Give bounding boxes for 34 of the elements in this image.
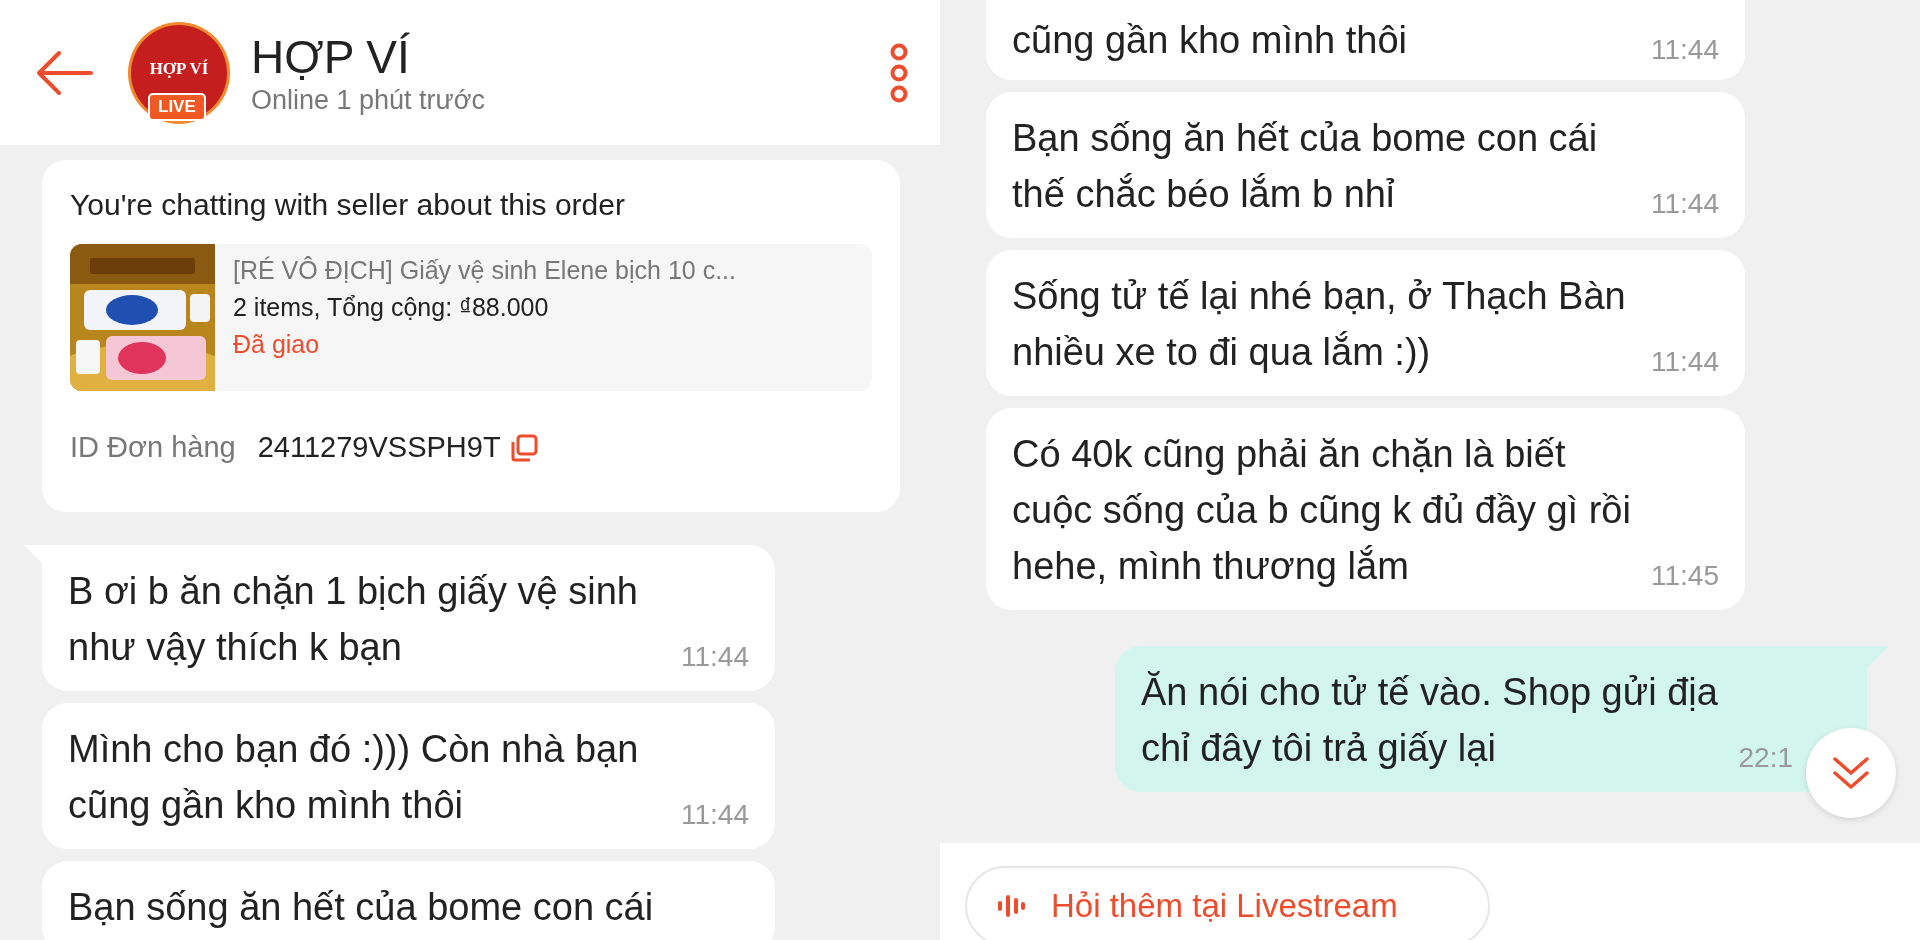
message-time: 11:44 xyxy=(681,641,749,673)
message-text: Mình cho bạn đó :))) Còn nhà bạn cũng gần kho mình thôi xyxy=(68,727,639,828)
order-id: 2411279VSSPH9T xyxy=(257,431,501,464)
message-text: B ơi b ăn chặn 1 bịch giấy vệ sinh như vậy thích k bạn xyxy=(68,569,638,670)
order-card[interactable]: You're chatting with seller about this order [RÉ VÔ ĐỊCH] Giấy vệ sinh Elene bịch 10 c... 2 items, Tổng cộng: ₫88.000 Đã giao ID Đơn hàng 2411279VSSPH9T xyxy=(42,160,900,512)
livestream-button[interactable]: Hỏi thêm tại Livestream xyxy=(965,866,1490,940)
scroll-down-button[interactable] xyxy=(1806,728,1896,818)
message-time: 11:44 xyxy=(1651,346,1719,378)
message-time: 11:44 xyxy=(1651,188,1719,220)
avatar-text: HỢP VÍ xyxy=(149,58,209,79)
message-time: 22:1 xyxy=(1738,742,1793,774)
message-time: 11:44 xyxy=(681,799,749,831)
shop-avatar[interactable]: HỢP VÍ LIVE xyxy=(131,24,227,121)
message-text: Sống tử tế lại nhé bạn, ở Thạch Bàn nhiều xe to đi qua lắm :)) xyxy=(1012,274,1626,375)
message-text: Ăn nói cho tử tế vào. Shop gửi địa chỉ đây tôi trả giấy lại xyxy=(1141,670,1718,771)
product-title: [RÉ VÔ ĐỊCH] Giấy vệ sinh Elene bịch 10 c... xyxy=(233,256,736,285)
message-time: 11:45 xyxy=(1651,560,1719,592)
chat-title: HỢP VÍ xyxy=(251,30,411,85)
order-id-label: ID Đơn hàng xyxy=(70,431,236,464)
double-chevron-down-icon xyxy=(1831,755,1871,791)
message-text: Bạn sống ăn hết của bome con cái xyxy=(68,885,654,930)
message-text: Bạn sống ăn hết của bome con cái thế chắc béo lắm b nhỉ xyxy=(1012,116,1598,217)
message-time: 11:44 xyxy=(1651,34,1719,66)
sound-bars-icon xyxy=(997,895,1025,917)
live-badge: LIVE xyxy=(148,92,206,121)
card-heading: You're chatting with seller about this order xyxy=(70,188,626,222)
online-status: Online 1 phút trước xyxy=(251,85,486,116)
message-text: Có 40k cũng phải ăn chặn là biết cuộc sống của b cũng k đủ đầy gì rồi hehe, mình thương lắm xyxy=(1012,432,1631,589)
order-summary: 2 items, Tổng cộng: ₫88.000 xyxy=(233,293,550,322)
product-row[interactable]: [RÉ VÔ ĐỊCH] Giấy vệ sinh Elene bịch 10 c... 2 items, Tổng cộng: ₫88.000 Đã giao xyxy=(70,244,872,391)
back-arrow-icon[interactable] xyxy=(35,49,93,96)
order-status: Đã giao xyxy=(233,330,321,359)
more-options-icon[interactable] xyxy=(888,42,910,103)
message-text: cũng gần kho mình thôi xyxy=(1012,18,1408,63)
